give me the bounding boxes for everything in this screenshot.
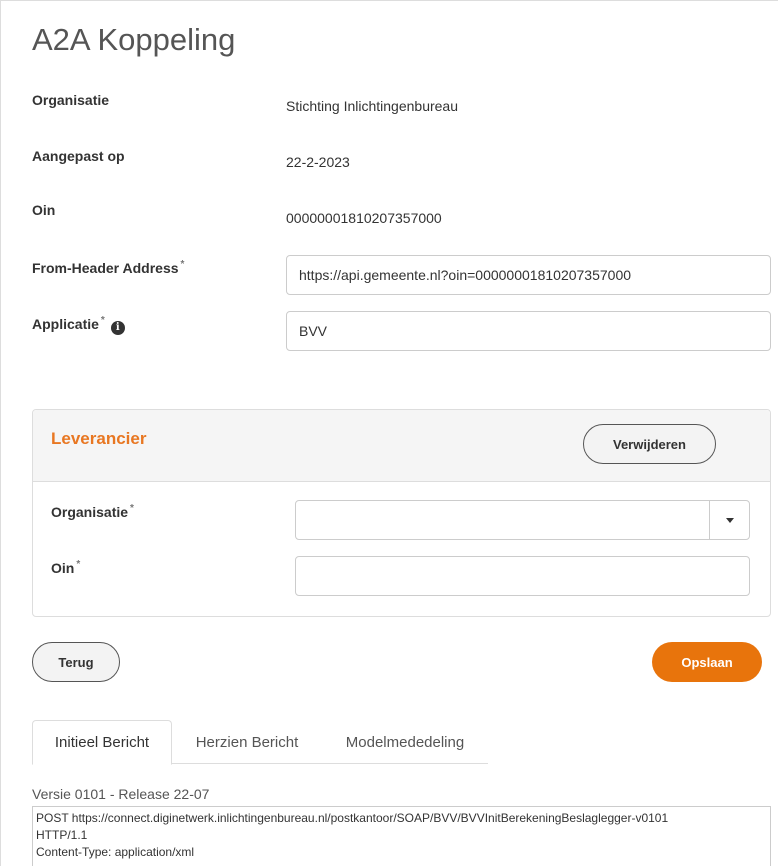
code-line: POST https://connect.diginetwerk.inlicht… (36, 811, 669, 825)
leverancier-oin-label-text: Oin (51, 560, 75, 576)
aangepast-value: 22-2-2023 (286, 154, 350, 170)
tab-herzien-bericht[interactable]: Herzien Bericht (174, 720, 320, 764)
leverancier-title: Leverancier (51, 429, 147, 448)
leverancier-organisatie-select[interactable] (295, 500, 750, 540)
applicatie-input-value: BVV (299, 323, 328, 339)
from-header-label-text: From-Header Address (32, 260, 179, 276)
leverancier-oin-label: Oin * (51, 559, 81, 576)
tab-modelmededeling[interactable]: Modelmededeling (322, 720, 488, 764)
select-caret[interactable] (709, 501, 749, 539)
code-line: HTTP/1.1 (36, 828, 88, 842)
required-mark: * (180, 259, 185, 270)
back-button[interactable]: Terug (32, 642, 120, 682)
oin-label: Oin (32, 202, 56, 218)
info-circle-icon[interactable]: i (110, 321, 125, 335)
oin-value: 00000001810207357000 (286, 210, 442, 226)
code-line: Content-Type: application/xml (36, 845, 195, 859)
message-code-area[interactable]: POST https://connect.diginetwerk.inlicht… (32, 806, 771, 866)
message-tabs: Initieel Bericht Herzien Bericht Modelme… (32, 720, 488, 765)
required-mark: * (130, 503, 134, 514)
caret-down-icon (725, 517, 734, 523)
tab-initieel-bericht[interactable]: Initieel Bericht (32, 720, 172, 765)
leverancier-organisatie-label: Organisatie * (51, 503, 134, 520)
required-mark: * (100, 315, 105, 326)
save-button[interactable]: Opslaan (652, 642, 762, 682)
required-mark: * (76, 559, 81, 570)
aangepast-label: Aangepast op (32, 148, 125, 164)
organisatie-label: Organisatie (32, 92, 110, 108)
organisatie-value: Stichting Inlichtingenbureau (286, 98, 459, 114)
leverancier-oin-input[interactable] (295, 556, 750, 596)
applicatie-label: Applicatie * i (32, 315, 125, 335)
leverancier-panel-header: Leverancier Verwijderen (33, 410, 770, 482)
applicatie-input[interactable]: BVV (286, 311, 771, 351)
from-header-input-value: https://api.gemeente.nl?oin=000000018102… (299, 267, 632, 283)
applicatie-label-text: Applicatie (32, 316, 99, 332)
from-header-input[interactable]: https://api.gemeente.nl?oin=000000018102… (286, 255, 771, 295)
leverancier-panel: Leverancier Verwijderen Organisatie * Oin… (32, 409, 771, 617)
leverancier-organisatie-label-text: Organisatie (51, 504, 129, 520)
page-title: A2A Koppeling (32, 22, 236, 57)
from-header-label: From-Header Address * (32, 259, 185, 276)
message-version: Versie 0101 - Release 22-07 (32, 786, 210, 802)
remove-leverancier-button[interactable]: Verwijderen (583, 424, 716, 464)
